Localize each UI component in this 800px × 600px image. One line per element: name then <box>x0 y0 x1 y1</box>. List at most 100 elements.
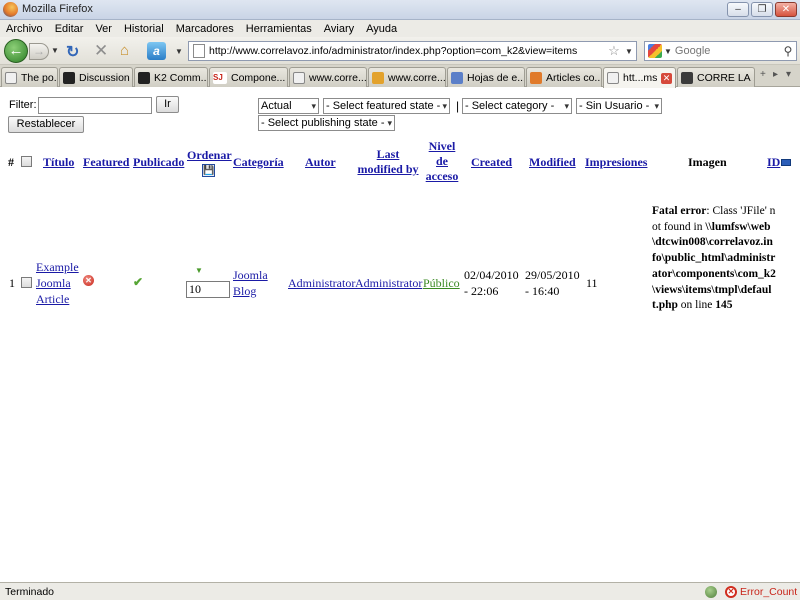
modified-by-link[interactable]: Administrator <box>355 275 422 291</box>
st-icon <box>451 71 463 84</box>
col-header-image: Imagen <box>688 155 727 169</box>
close-icon[interactable]: ✕ <box>775 2 797 17</box>
category-link[interactable]: Joomla Blog <box>233 267 273 299</box>
search-input[interactable] <box>674 45 780 57</box>
url-dropdown-icon[interactable]: ▼ <box>622 47 636 56</box>
menu-historial[interactable]: Historial <box>124 23 164 35</box>
created-date: 02/04/2010 - 22:06 <box>464 268 519 298</box>
tab-list-icon[interactable]: ▾ <box>786 69 791 80</box>
back-arrow-icon[interactable]: ← <box>4 39 28 63</box>
tab-item[interactable]: Articles co... <box>526 67 602 87</box>
joomla-icon <box>63 71 75 84</box>
aviary-dropdown-icon[interactable]: ▼ <box>175 47 183 56</box>
current-state-select[interactable]: Actual <box>258 98 319 114</box>
filter-separator: | <box>456 99 460 113</box>
published-check-icon[interactable]: ✔ <box>133 275 143 289</box>
order-input[interactable]: 10 <box>186 281 230 298</box>
reset-button[interactable]: Restablecer <box>8 116 84 133</box>
col-header-category[interactable]: Categoría <box>233 155 284 170</box>
page-icon <box>193 44 205 58</box>
tab-item[interactable]: www.corre... <box>368 67 446 87</box>
window-titlebar: Mozilla Firefox – ❐ ✕ <box>0 0 800 20</box>
search-bar[interactable]: ▼ ⚲ <box>644 41 797 61</box>
search-engine-dropdown-icon[interactable]: ▼ <box>664 47 672 56</box>
reload-icon[interactable]: ↻ <box>66 42 79 62</box>
col-header-created[interactable]: Created <box>471 155 512 170</box>
col-header-title[interactable]: Título <box>43 155 74 170</box>
tab-label: www.corre... <box>309 71 366 84</box>
menu-editar[interactable]: Editar <box>55 23 84 35</box>
tab-item[interactable]: Discussion ... <box>59 67 133 87</box>
author-link[interactable]: Administrator <box>288 275 355 291</box>
menu-ayuda[interactable]: Ayuda <box>366 23 397 35</box>
select-all-checkbox[interactable] <box>21 156 32 167</box>
featured-state-select[interactable]: - Select featured state - <box>323 98 450 114</box>
firefox-logo-icon <box>3 2 18 17</box>
error-console-icon[interactable]: ✕ <box>725 586 737 598</box>
col-header-order[interactable]: Ordenar <box>187 148 232 163</box>
status-bar: Terminado ✕ Error_Count <box>0 582 800 600</box>
col-header-featured[interactable]: Featured <box>83 155 129 170</box>
new-tab-icon[interactable]: + <box>760 69 766 80</box>
error-count-text[interactable]: Error_Count <box>740 586 797 598</box>
menu-ver[interactable]: Ver <box>95 23 112 35</box>
col-header-modified-by[interactable]: Last modified by <box>356 147 420 177</box>
col-header-author[interactable]: Autor <box>305 155 336 170</box>
category-select[interactable]: - Select category - <box>462 98 572 114</box>
tab-item[interactable]: SJ Compone... <box>209 67 288 87</box>
aviary-icon[interactable]: a <box>147 42 166 60</box>
stop-icon[interactable]: ✕ <box>94 41 108 61</box>
forward-arrow-icon[interactable]: → <box>29 43 49 60</box>
row-number: 1 <box>9 276 15 290</box>
page-icon <box>5 71 17 84</box>
joomla-icon <box>138 71 150 84</box>
navigation-toolbar: ← → ▼ ↻ ✕ ⌂ a ▼ http://www.correlavoz.in… <box>0 37 800 65</box>
page-icon <box>607 72 619 84</box>
unfeatured-x-icon[interactable]: ✕ <box>83 275 94 286</box>
minimize-icon[interactable]: – <box>727 2 749 17</box>
menu-marcadores[interactable]: Marcadores <box>176 23 234 35</box>
url-text[interactable]: http://www.correlavoz.info/administrator… <box>209 45 606 57</box>
tab-item[interactable]: Hojas de e... <box>447 67 525 87</box>
col-header-published[interactable]: Publicado <box>133 155 184 170</box>
fatal-error-message: Fatal error: Class 'JFile' not found in … <box>652 204 776 314</box>
menu-herramientas[interactable]: Herramientas <box>246 23 312 35</box>
tab-item[interactable]: CORRE LA ... <box>677 67 755 87</box>
google-icon[interactable] <box>648 44 662 58</box>
sort-desc-icon <box>781 159 791 166</box>
item-title-link[interactable]: Example Joomla Article <box>36 259 80 307</box>
tab-item[interactable]: www.corre... <box>289 67 367 87</box>
access-level-link[interactable]: Público <box>423 275 460 291</box>
col-header-access[interactable]: Nivel de acceso <box>423 139 461 184</box>
tab-label: htt...ms <box>623 72 658 84</box>
tab-label: www.corre... <box>388 71 445 84</box>
tab-close-icon[interactable]: ✕ <box>661 72 672 84</box>
menu-archivo[interactable]: Archivo <box>6 23 43 35</box>
col-header-id[interactable]: ID <box>767 155 780 170</box>
tab-item[interactable]: The po... <box>1 67 58 87</box>
extension-status-icon[interactable] <box>705 586 717 598</box>
col-header-modified[interactable]: Modified <box>529 155 576 170</box>
filter-input[interactable] <box>38 97 152 114</box>
user-select[interactable]: - Sin Usuario - <box>576 98 662 114</box>
status-text: Terminado <box>5 586 55 598</box>
home-icon[interactable]: ⌂ <box>120 42 129 59</box>
col-header-hits[interactable]: Impresiones <box>585 155 647 170</box>
publishing-state-select[interactable]: - Select publishing state - <box>258 115 395 131</box>
history-dropdown-icon[interactable]: ▼ <box>51 46 59 55</box>
bookmark-star-icon[interactable]: ☆ <box>606 43 622 59</box>
address-bar[interactable]: http://www.correlavoz.info/administrator… <box>188 41 637 61</box>
save-order-icon[interactable]: 💾 <box>202 164 215 177</box>
restore-icon[interactable]: ❐ <box>751 2 773 17</box>
tab-scroll-right-icon[interactable]: ▸ <box>773 69 778 80</box>
tab-label: Discussion ... <box>79 71 132 84</box>
go-button[interactable]: Ir <box>156 96 179 113</box>
tab-item[interactable]: K2 Comm... <box>134 67 208 87</box>
tab-item-active[interactable]: htt...ms ✕ <box>603 67 676 88</box>
menu-aviary[interactable]: Aviary <box>324 23 354 35</box>
row-checkbox[interactable] <box>21 277 32 288</box>
tab-label: Compone... <box>231 71 286 84</box>
search-icon[interactable]: ⚲ <box>780 44 796 58</box>
menu-bar: Archivo Editar Ver Historial Marcadores … <box>0 20 800 37</box>
order-down-arrow-icon[interactable]: ▼ <box>195 266 203 275</box>
